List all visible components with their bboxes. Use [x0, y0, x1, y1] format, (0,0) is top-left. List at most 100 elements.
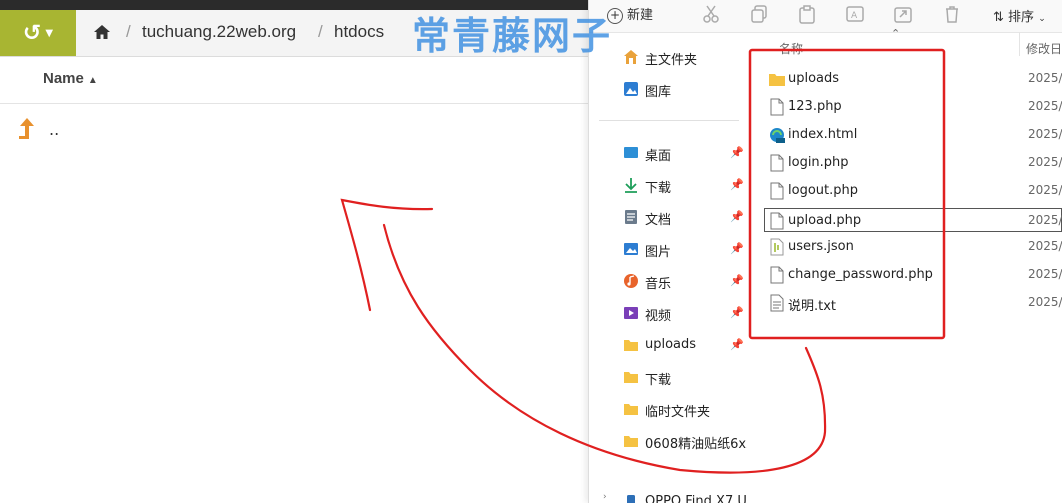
nav-label: 桌面	[645, 149, 672, 164]
folder-icon	[769, 74, 785, 86]
phone-icon	[627, 495, 635, 503]
file-name: upload.php	[788, 213, 862, 228]
nav-item-pictures[interactable]: 图片 📌	[589, 234, 747, 264]
file-row-login-php[interactable]: login.php 2025/	[759, 150, 1062, 178]
column-separator	[1019, 32, 1020, 56]
file-icon	[770, 266, 784, 284]
nav-item-downloads-folder[interactable]: 下载	[589, 362, 747, 392]
file-row-logout-php[interactable]: logout.php 2025/	[759, 178, 1062, 206]
nav-item-sticker-folder[interactable]: 0608精油贴纸6x2.5	[589, 426, 747, 456]
picture-icon	[624, 243, 638, 255]
html-icon	[770, 128, 785, 143]
file-date: 2025/	[1028, 295, 1062, 309]
nav-label: 主文件夹	[645, 53, 698, 68]
file-name: login.php	[788, 155, 849, 170]
parent-directory-label: ..	[49, 120, 60, 139]
desktop-icon	[624, 147, 638, 158]
home-icon	[624, 50, 638, 64]
json-icon	[770, 238, 784, 256]
app-menu-button[interactable]: ↺ ▼	[0, 10, 76, 56]
nav-item-phone[interactable]: › OPPO Find X7 Ultr	[589, 490, 747, 503]
sort-button[interactable]: ⇅ 排序 ⌄	[993, 6, 1046, 25]
cut-icon[interactable]	[701, 4, 721, 24]
file-name: logout.php	[788, 183, 858, 198]
nav-label: 图库	[645, 85, 672, 100]
breadcrumb-host[interactable]: tuchuang.22web.org	[142, 22, 296, 42]
pin-icon[interactable]: 📌	[730, 338, 744, 351]
file-row-readme-txt[interactable]: 说明.txt 2025/	[759, 290, 1062, 318]
file-date: 2025/	[1028, 155, 1062, 169]
home-icon[interactable]	[93, 23, 111, 41]
column-header-name[interactable]: 名称	[779, 40, 803, 57]
annotation-arrowhead	[340, 198, 434, 312]
history-icon: ↺	[22, 20, 42, 46]
navigation-pane: 主文件夹 图库 桌面 📌 下载 📌 文档 📌 图片 📌 音乐 📌 视频 📌 up…	[589, 32, 747, 503]
nav-item-uploads[interactable]: uploads 📌	[589, 330, 747, 360]
nav-label: 下载	[645, 181, 672, 196]
folder-icon	[624, 404, 638, 415]
sort-ascending-icon: ▲	[87, 75, 98, 86]
file-name: 123.php	[788, 99, 842, 114]
column-name-label: Name	[43, 70, 84, 87]
file-icon	[770, 98, 784, 116]
svg-text:A: A	[851, 11, 858, 21]
new-label: 新建	[627, 8, 654, 23]
sort-by-name-button[interactable]: Name ▲	[43, 70, 98, 87]
pin-icon[interactable]: 📌	[730, 242, 744, 255]
nav-item-videos[interactable]: 视频 📌	[589, 298, 747, 328]
rename-icon[interactable]: A	[845, 4, 865, 24]
nav-item-home[interactable]: 主文件夹	[589, 42, 747, 72]
nav-item-downloads[interactable]: 下载 📌	[589, 170, 747, 200]
column-header-modified[interactable]: 修改日	[1026, 40, 1062, 57]
pin-icon[interactable]: 📌	[730, 306, 744, 319]
music-icon	[624, 274, 638, 288]
file-date: 2025/	[1028, 99, 1062, 113]
file-date: 2025/	[1028, 213, 1062, 227]
file-row-123-php[interactable]: 123.php 2025/	[759, 94, 1062, 122]
nav-divider	[599, 120, 739, 121]
file-date: 2025/	[1028, 267, 1062, 281]
nav-item-documents[interactable]: 文档 📌	[589, 202, 747, 232]
pin-icon[interactable]: 📌	[730, 210, 744, 223]
file-row-upload-php[interactable]: upload.php 2025/	[759, 208, 1062, 236]
paste-icon[interactable]	[797, 4, 817, 24]
file-date: 2025/	[1028, 127, 1062, 141]
file-explorer-window: + 新建 A ⇅ 排序 ⌄ 主文件夹 图库 桌面 📌 下载 📌 文档 📌 图片 …	[588, 0, 1062, 503]
file-date: 2025/	[1028, 239, 1062, 253]
file-date: 2025/	[1028, 71, 1062, 85]
file-row-index-html[interactable]: index.html 2025/	[759, 122, 1062, 150]
nav-item-music[interactable]: 音乐 📌	[589, 266, 747, 296]
share-icon[interactable]	[893, 4, 913, 24]
copy-icon[interactable]	[749, 4, 769, 24]
nav-label: 音乐	[645, 277, 672, 292]
pin-icon[interactable]: 📌	[730, 146, 744, 159]
breadcrumb-separator: /	[126, 22, 131, 41]
column-header: Name ▲	[0, 57, 600, 104]
nav-label: 下载	[645, 373, 672, 388]
file-row-uploads[interactable]: uploads 2025/	[759, 66, 1062, 94]
delete-icon[interactable]	[942, 4, 962, 24]
chevron-down-icon: ⌄	[1038, 14, 1046, 24]
file-row-change-password-php[interactable]: change_password.php 2025/	[759, 262, 1062, 290]
file-row-users-json[interactable]: users.json 2025/	[759, 234, 1062, 262]
nav-item-desktop[interactable]: 桌面 📌	[589, 138, 747, 168]
new-button[interactable]: + 新建	[607, 4, 653, 24]
video-icon	[624, 307, 638, 319]
parent-directory-row[interactable]: ..	[0, 110, 600, 150]
nav-label: 文档	[645, 213, 672, 228]
nav-item-temp-folder[interactable]: 临时文件夹	[589, 394, 747, 424]
nav-label: 0608精油贴纸6x2.5	[645, 437, 747, 452]
folder-icon	[624, 340, 638, 351]
document-icon	[625, 210, 637, 224]
chevron-right-icon: ›	[603, 492, 607, 502]
breadcrumb-folder[interactable]: htdocs	[334, 22, 384, 42]
nav-label: 视频	[645, 309, 672, 324]
file-name: index.html	[788, 127, 858, 142]
file-icon	[770, 212, 784, 230]
explorer-toolbar: + 新建 A ⇅ 排序 ⌄	[589, 0, 1062, 33]
nav-item-gallery[interactable]: 图库	[589, 74, 747, 104]
pin-icon[interactable]: 📌	[730, 178, 744, 191]
file-name: change_password.php	[788, 267, 933, 282]
chevron-down-icon: ▼	[45, 27, 54, 39]
pin-icon[interactable]: 📌	[730, 274, 744, 287]
